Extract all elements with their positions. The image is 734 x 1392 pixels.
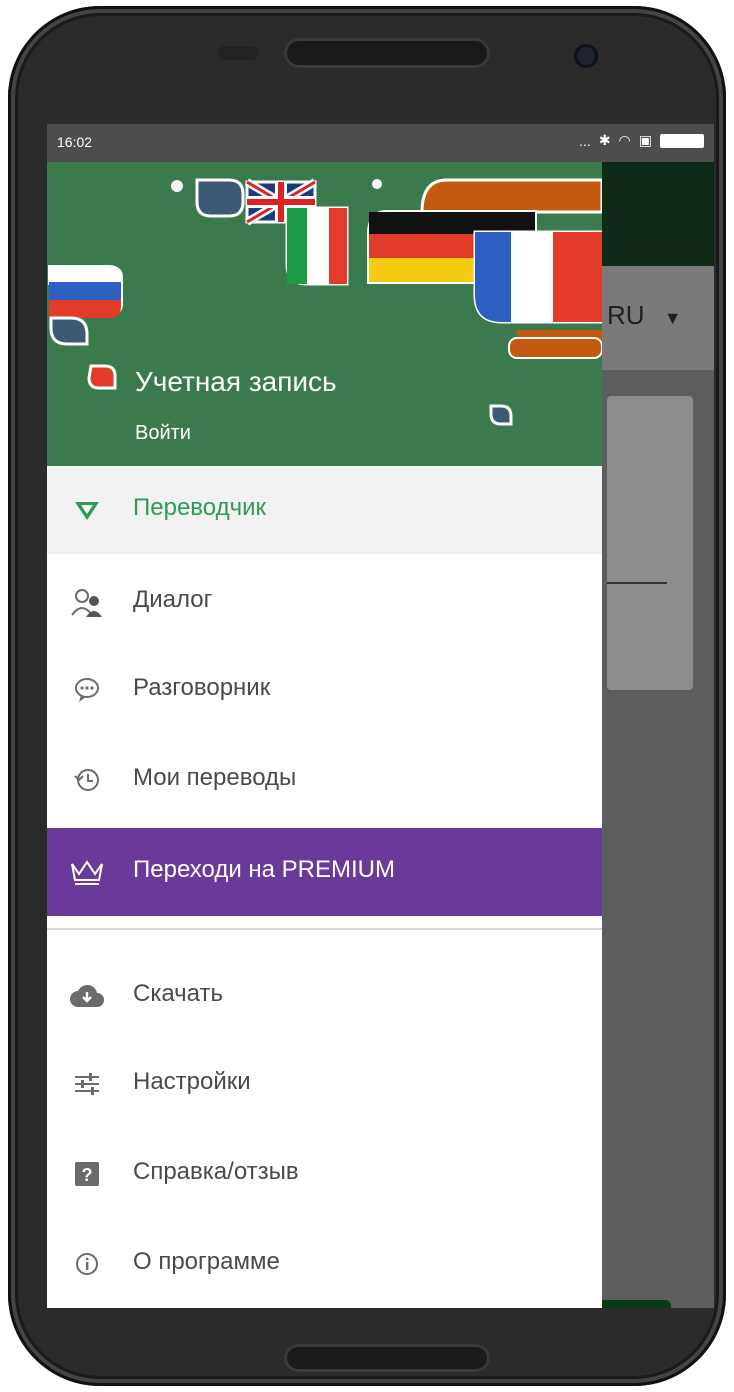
menu-item-translator[interactable]: Переводчик	[47, 466, 602, 554]
info-icon	[69, 1246, 105, 1282]
earpiece-speaker	[284, 38, 490, 68]
menu-divider	[47, 928, 602, 930]
menu-item-dialog[interactable]: Диалог	[47, 558, 602, 646]
phrasebook-icon	[69, 672, 105, 708]
navigation-drawer: Учетная запись Войти Переводчик Диалог Р…	[47, 162, 602, 1308]
status-time: 16:02	[57, 134, 93, 150]
drawer-header: Учетная запись Войти	[47, 162, 602, 466]
dropdown-arrow-icon: ▼	[663, 308, 682, 328]
menu-item-about[interactable]: О программе	[47, 1220, 602, 1308]
battery-icon	[660, 133, 704, 148]
menu-item-download[interactable]: Скачать	[47, 952, 602, 1040]
menu-label: Мои переводы	[133, 764, 297, 791]
menu-item-my-translations[interactable]: Мои переводы	[47, 736, 602, 824]
dialog-icon	[69, 584, 105, 620]
proximity-sensor	[218, 46, 258, 60]
svg-text:?: ?	[82, 1165, 93, 1185]
bluetooth-icon: ✱	[598, 132, 611, 148]
more-icon: ...	[579, 132, 591, 149]
menu-label: Переходи на PREMIUM	[133, 856, 395, 883]
language-selector[interactable]: RU ▼	[607, 300, 682, 331]
menu-item-phrasebook[interactable]: Разговорник	[47, 646, 602, 734]
status-bar: 16:02 ... ✱ ◠ ▣	[47, 124, 714, 162]
front-camera-icon	[574, 44, 598, 68]
wifi-icon: ◠	[618, 132, 631, 148]
cloud-download-icon	[69, 978, 105, 1014]
bottom-speaker	[284, 1344, 490, 1372]
help-icon: ?	[69, 1156, 105, 1192]
account-title: Учетная запись	[135, 366, 337, 397]
crown-icon	[69, 854, 105, 890]
menu-item-help[interactable]: ? Справка/отзыв	[47, 1130, 602, 1218]
language-label: RU	[607, 300, 645, 330]
login-link[interactable]: Войти	[135, 422, 191, 445]
background-input-card	[607, 396, 693, 690]
flags-decoration	[48, 178, 602, 426]
menu-label: Диалог	[133, 586, 213, 613]
background-divider	[607, 582, 667, 584]
menu-label: Справка/отзыв	[133, 1158, 299, 1185]
history-icon	[69, 762, 105, 798]
settings-sliders-icon	[69, 1066, 105, 1102]
status-icons: ... ✱ ◠ ▣	[579, 132, 704, 149]
menu-item-premium[interactable]: Переходи на PREMIUM	[47, 828, 602, 916]
menu-label: О программе	[133, 1248, 280, 1275]
translator-icon	[69, 492, 105, 528]
screen: 16:02 ... ✱ ◠ ▣ RU ▼ e!	[47, 124, 714, 1308]
menu-label: Переводчик	[133, 494, 267, 521]
menu-label: Настройки	[133, 1068, 251, 1095]
menu-label: Разговорник	[133, 674, 271, 701]
sim-icon: ▣	[638, 132, 652, 148]
menu-item-settings[interactable]: Настройки	[47, 1040, 602, 1128]
menu-label: Скачать	[133, 980, 223, 1007]
